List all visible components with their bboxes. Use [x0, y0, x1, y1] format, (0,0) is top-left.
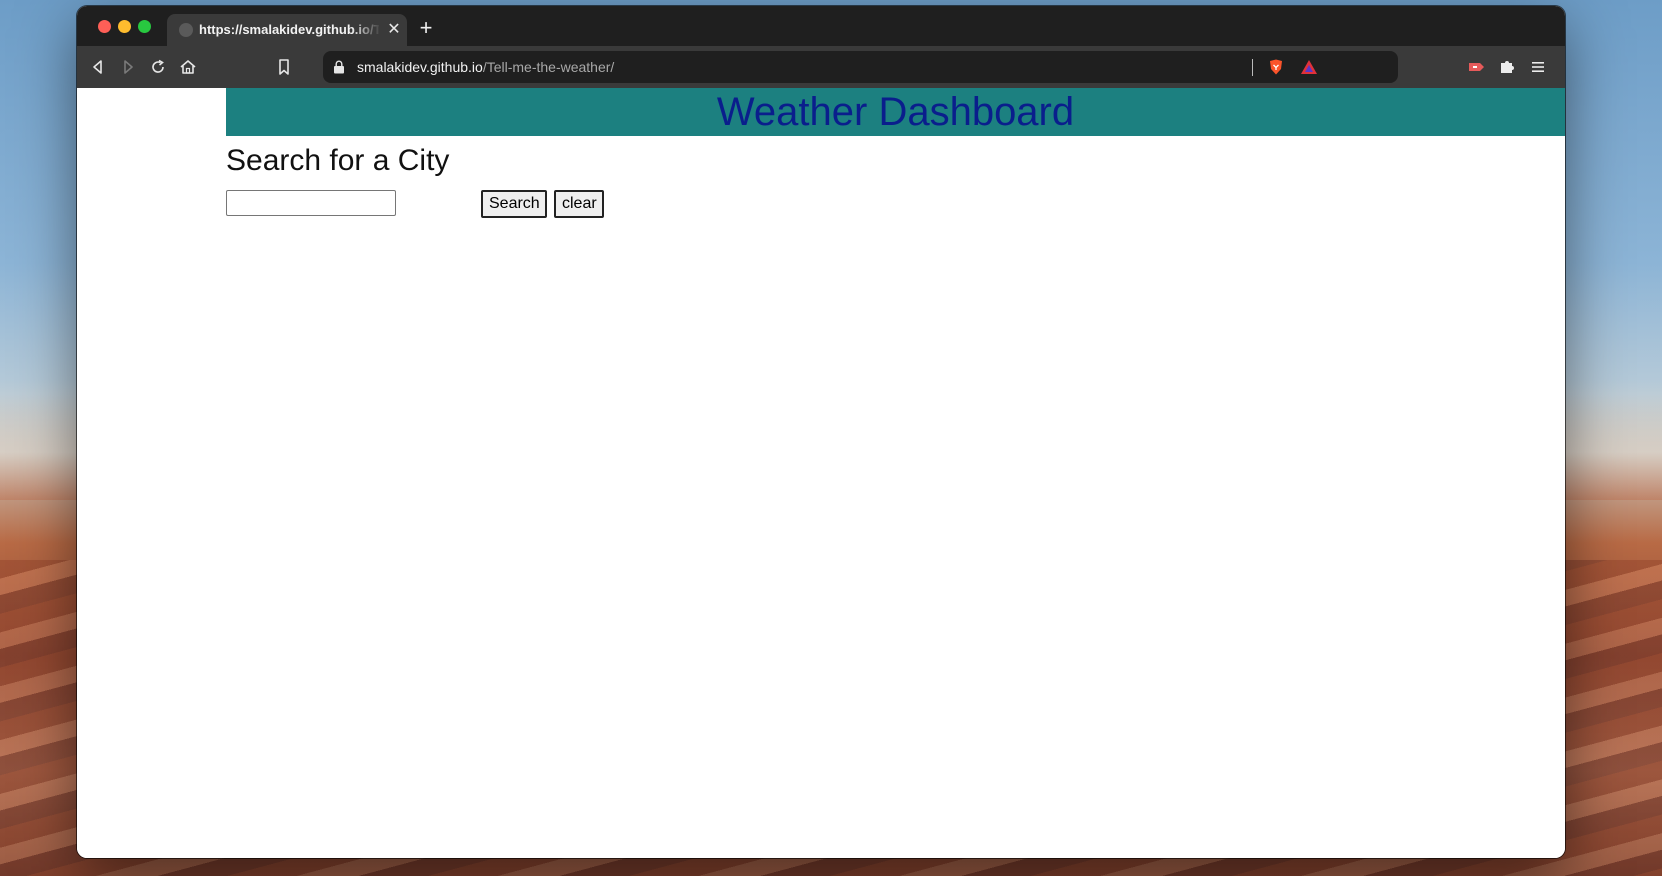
reload-icon[interactable]: [147, 56, 169, 78]
new-tab-icon[interactable]: +: [415, 17, 437, 39]
zoom-window-button[interactable]: [138, 20, 151, 33]
back-icon[interactable]: [87, 56, 109, 78]
brave-rewards-icon[interactable]: [1299, 58, 1319, 76]
clear-button[interactable]: clear: [554, 190, 604, 218]
url-path: /Tell-me-the-weather/: [482, 59, 615, 75]
extensions-puzzle-icon[interactable]: [1497, 57, 1517, 77]
lock-icon: [334, 60, 344, 74]
browser-tab[interactable]: https://smalakidev.github.io/Tell-me-the…: [167, 14, 407, 46]
search-button[interactable]: Search: [481, 190, 547, 218]
close-tab-icon[interactable]: ✕: [385, 20, 403, 40]
close-window-button[interactable]: [98, 20, 111, 33]
globe-icon: [179, 23, 193, 37]
forward-icon[interactable]: [117, 56, 139, 78]
search-heading: Search for a City: [226, 144, 450, 177]
minimize-window-button[interactable]: [118, 20, 131, 33]
url-text[interactable]: smalakidev.github.io/Tell-me-the-weather…: [357, 59, 614, 75]
brave-shields-icon[interactable]: [1267, 58, 1285, 76]
hamburger-menu-icon[interactable]: [1529, 58, 1547, 76]
browser-window: https://smalakidev.github.io/Tell-me-the…: [77, 6, 1565, 858]
address-bar[interactable]: smalakidev.github.io/Tell-me-the-weather…: [323, 51, 1398, 83]
page-viewport: Weather Dashboard Search for a City Sear…: [77, 88, 1565, 858]
url-host: smalakidev.github.io: [357, 59, 483, 75]
title-bar: https://smalakidev.github.io/Tell-me-the…: [77, 6, 1565, 46]
extension-flag-icon[interactable]: [1466, 58, 1486, 76]
city-search-input[interactable]: [226, 190, 396, 216]
bookmark-icon[interactable]: [273, 56, 295, 78]
tab-title-fade: [351, 20, 381, 40]
url-divider: [1252, 59, 1253, 76]
navigation-toolbar: smalakidev.github.io/Tell-me-the-weather…: [77, 46, 1565, 88]
home-icon[interactable]: [177, 56, 199, 78]
page-title: Weather Dashboard: [226, 88, 1565, 136]
